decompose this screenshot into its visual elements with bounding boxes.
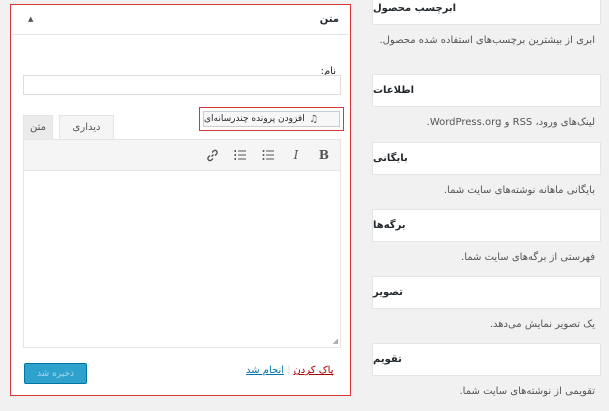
widgets-screen: ابرچسب محصول ابری از بیشترین برچسب‌های ا… (0, 0, 609, 411)
tab-visual[interactable]: دیداری (59, 115, 114, 139)
widget-description: لینک‌های ورود، RSS و WordPress.org. (426, 117, 595, 128)
save-button[interactable]: ذخیره شد (24, 363, 87, 384)
widget-header[interactable]: ▲ متن (12, 6, 349, 35)
widget-product-tags[interactable]: ابرچسب محصول ابری از بیشترین برچسب‌های ا… (372, 0, 601, 48)
widget-title[interactable]: اطلاعات (372, 74, 601, 107)
widget-title[interactable]: تقویم (372, 343, 601, 376)
widget-description: ابری از بیشترین برچسب‌های استفاده شده مح… (379, 35, 595, 46)
widget-title[interactable]: تصویر (372, 276, 601, 309)
add-media-highlight: ♫ افزودن پرونده چندرسانه‌ای (199, 107, 344, 131)
resize-handle-icon[interactable]: ◢ (333, 337, 338, 345)
add-media-label: افزودن پرونده چندرسانه‌ای (204, 114, 305, 124)
widget-description: بایگانی ماهانه نوشته‌های سایت شما. (443, 185, 595, 196)
widget-title[interactable]: بایگانی (372, 142, 601, 175)
editor-toolbar: B I (24, 140, 340, 171)
tab-text[interactable]: متن (23, 115, 53, 139)
italic-button[interactable]: I (286, 146, 306, 164)
widget-description: فهرستی از برگه‌های سایت شما. (461, 252, 595, 263)
link-icon[interactable] (202, 146, 222, 164)
bulleted-list-icon[interactable] (258, 146, 278, 164)
numbered-list-icon[interactable] (230, 146, 250, 164)
media-icon: ♫ (309, 113, 319, 125)
link-separator: | (287, 365, 291, 376)
content-editor[interactable]: B I ◢ (23, 139, 341, 348)
bold-button[interactable]: B (314, 146, 334, 164)
widget-control-links: پاک کردن|انجام شد (246, 365, 333, 376)
widget-meta[interactable]: اطلاعات لینک‌های ورود، RSS و WordPress.o… (372, 74, 601, 130)
widget-archives[interactable]: بایگانی بایگانی ماهانه نوشته‌های سایت شم… (372, 142, 601, 198)
widget-title: متن (319, 14, 339, 25)
done-link[interactable]: انجام شد (246, 365, 284, 376)
widget-image[interactable]: تصویر یک تصویر نمایش می‌دهد. (372, 276, 601, 332)
text-widget-panel: ▲ متن نام: ♫ افزودن پرونده چندرسانه‌ای م… (10, 4, 351, 396)
widget-title[interactable]: ابرچسب محصول (372, 0, 601, 25)
widget-description: یک تصویر نمایش می‌دهد. (489, 319, 595, 330)
widget-title[interactable]: برگه‌ها (372, 209, 601, 242)
add-media-button[interactable]: ♫ افزودن پرونده چندرسانه‌ای (203, 111, 340, 127)
widget-calendar[interactable]: تقویم تقویمی از نوشته‌های سایت شما. (372, 343, 601, 399)
name-input[interactable] (23, 75, 341, 95)
widget-pages[interactable]: برگه‌ها فهرستی از برگه‌های سایت شما. (372, 209, 601, 265)
arrow-up-icon[interactable]: ▲ (28, 15, 33, 23)
delete-link[interactable]: پاک کردن (293, 365, 333, 376)
available-widgets-list: ابرچسب محصول ابری از بیشترین برچسب‌های ا… (372, 0, 601, 411)
widget-description: تقویمی از نوشته‌های سایت شما. (459, 386, 596, 397)
